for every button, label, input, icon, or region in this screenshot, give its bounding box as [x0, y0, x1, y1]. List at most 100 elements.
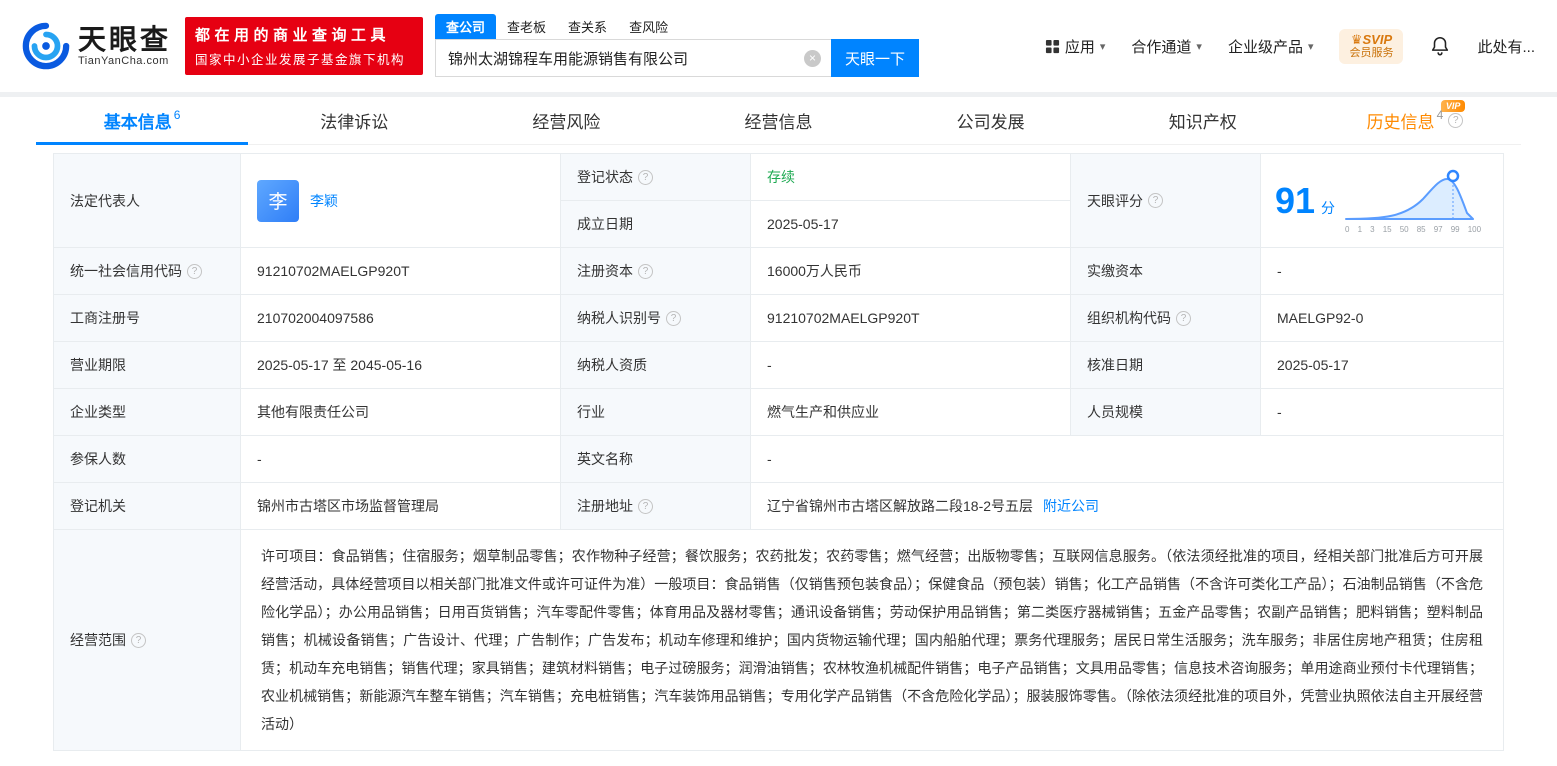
approval-date-label: 核准日期	[1071, 342, 1261, 388]
top-nav: 应用 ▾ 合作通道 ▾ 企业级产品 ▾ ♛SVIP 会员服务 此处有...	[1045, 29, 1535, 64]
tab-company-development[interactable]: 公司发展	[885, 97, 1097, 144]
promo-line2: 国家中小企业发展子基金旗下机构	[195, 49, 413, 68]
establish-date-label: 成立日期	[561, 201, 751, 247]
industry-label: 行业	[561, 389, 751, 435]
nav-more[interactable]: 此处有...	[1477, 36, 1535, 57]
paid-capital-label: 实缴资本	[1071, 248, 1261, 294]
reg-status-row: 登记状态 ? 存续	[561, 154, 1070, 201]
logo-text: 天眼查 TianYanCha.com	[78, 25, 171, 67]
taxpayer-id-value: 91210702MAELGP920T	[751, 295, 1071, 341]
reg-number-label: 工商注册号	[54, 295, 241, 341]
nav-apps[interactable]: 应用 ▾	[1045, 36, 1106, 57]
table-row: 统一社会信用代码 ? 91210702MAELGP920T 注册资本 ? 160…	[54, 248, 1503, 295]
taxpayer-quality-value: -	[751, 342, 1071, 388]
help-icon[interactable]: ?	[638, 264, 653, 279]
help-icon[interactable]: ?	[131, 633, 146, 648]
nav-enterprise-label: 企业级产品	[1228, 36, 1303, 57]
business-term-label: 营业期限	[54, 342, 241, 388]
search-tab-relation[interactable]: 查关系	[557, 14, 618, 39]
table-row: 登记机关 锦州市古塔区市场监督管理局 注册地址 ? 辽宁省锦州市古塔区解放路二段…	[54, 483, 1503, 530]
score-cell[interactable]: 91 分 0131550859799100	[1261, 154, 1503, 247]
header: 天眼查 TianYanCha.com 都在用的商业查询工具 国家中小企业发展子基…	[0, 0, 1557, 92]
company-type-label: 企业类型	[54, 389, 241, 435]
insured-count-value: -	[241, 436, 561, 482]
org-code-value: MAELGP92-0	[1261, 295, 1503, 341]
business-term-value: 2025-05-17 至 2045-05-16	[241, 342, 561, 388]
org-code-label: 组织机构代码 ?	[1071, 295, 1261, 341]
score-axis: 0131550859799100	[1343, 225, 1483, 234]
help-icon[interactable]: ?	[1148, 193, 1163, 208]
company-info-table: 法定代表人 李 李颖 登记状态 ? 存续 成立日期 2025-05-17 天眼评…	[53, 153, 1504, 751]
taxpayer-id-label: 纳税人识别号 ?	[561, 295, 751, 341]
tab-intellectual-property[interactable]: 知识产权	[1097, 97, 1309, 144]
reg-address-label: 注册地址 ?	[561, 483, 751, 529]
table-row: 工商注册号 210702004097586 纳税人识别号 ? 91210702M…	[54, 295, 1503, 342]
search-area: 查公司 查老板 查关系 查风险 × 天眼一下	[435, 15, 919, 77]
tab-operating-info[interactable]: 经营信息	[672, 97, 884, 144]
nav-apps-label: 应用	[1065, 36, 1095, 57]
nearby-companies-link[interactable]: 附近公司	[1043, 496, 1099, 516]
score-value: 91	[1275, 180, 1315, 222]
legal-rep-cell: 李 李颖	[241, 154, 561, 247]
search-tab-company[interactable]: 查公司	[435, 14, 496, 39]
logo-site: TianYanCha.com	[78, 55, 171, 67]
search-tab-boss[interactable]: 查老板	[496, 14, 557, 39]
tab-history-count: 4	[1437, 108, 1444, 122]
svip-badge[interactable]: ♛SVIP 会员服务	[1339, 29, 1403, 64]
insured-count-label: 参保人数	[54, 436, 241, 482]
score-chart: 0131550859799100	[1343, 167, 1483, 234]
clear-search-icon[interactable]: ×	[804, 50, 821, 67]
help-icon[interactable]: ?	[187, 264, 202, 279]
help-icon[interactable]: ?	[666, 311, 681, 326]
table-row: 经营范围 ? 许可项目：食品销售；住宿服务；烟草制品零售；农作物种子经营；餐饮服…	[54, 530, 1503, 750]
search-tab-risk[interactable]: 查风险	[618, 14, 679, 39]
credit-code-label: 统一社会信用代码 ?	[54, 248, 241, 294]
reg-capital-value: 16000万人民币	[751, 248, 1071, 294]
table-row: 法定代表人 李 李颖 登记状态 ? 存续 成立日期 2025-05-17 天眼评…	[54, 154, 1503, 248]
reg-address-value: 辽宁省锦州市古塔区解放路二段18-2号五层 附近公司	[751, 483, 1503, 529]
crown-icon: ♛	[1351, 32, 1363, 47]
tab-history-info[interactable]: VIP 历史信息 4 ?	[1309, 97, 1521, 144]
english-name-label: 英文名称	[561, 436, 751, 482]
vip-tag: VIP	[1441, 100, 1466, 112]
tab-basic-info-count: 6	[174, 108, 181, 122]
business-scope-label: 经营范围 ?	[54, 530, 241, 750]
tab-legal-proceedings[interactable]: 法律诉讼	[248, 97, 460, 144]
english-name-value: -	[751, 436, 1503, 482]
help-icon[interactable]: ?	[1176, 311, 1191, 326]
paid-capital-value: -	[1261, 248, 1503, 294]
approval-date-value: 2025-05-17	[1261, 342, 1503, 388]
apps-grid-icon	[1045, 39, 1060, 54]
table-row: 企业类型 其他有限责任公司 行业 燃气生产和供应业 人员规模 -	[54, 389, 1503, 436]
company-type-value: 其他有限责任公司	[241, 389, 561, 435]
nav-enterprise[interactable]: 企业级产品 ▾	[1228, 36, 1314, 57]
staff-size-label: 人员规模	[1071, 389, 1261, 435]
help-icon[interactable]: ?	[1448, 113, 1463, 128]
taxpayer-quality-label: 纳税人资质	[561, 342, 751, 388]
establish-date-row: 成立日期 2025-05-17	[561, 201, 1070, 247]
nav-cooperation-label: 合作通道	[1131, 36, 1191, 57]
reg-status-value: 存续	[751, 154, 1070, 200]
nav-cooperation[interactable]: 合作通道 ▾	[1131, 36, 1202, 57]
score-label: 天眼评分 ?	[1071, 154, 1261, 247]
tab-operating-risk[interactable]: 经营风险	[460, 97, 672, 144]
search-input[interactable]	[436, 50, 804, 67]
promo-line1: 都在用的商业查询工具	[195, 24, 413, 45]
reg-authority-value: 锦州市古塔区市场监督管理局	[241, 483, 561, 529]
help-icon[interactable]: ?	[638, 170, 653, 185]
svip-sublabel: 会员服务	[1349, 47, 1393, 60]
table-row: 参保人数 - 英文名称 -	[54, 436, 1503, 483]
search-button[interactable]: 天眼一下	[831, 39, 919, 77]
tab-basic-info[interactable]: 基本信息 6	[36, 97, 248, 144]
help-icon[interactable]: ?	[638, 499, 653, 514]
legal-rep-name-link[interactable]: 李颖	[310, 191, 338, 211]
industry-value: 燃气生产和供应业	[751, 389, 1071, 435]
svip-label: ♛SVIP	[1349, 33, 1393, 47]
establish-date-value: 2025-05-17	[751, 201, 1070, 247]
tianyancha-logo[interactable]: 天眼查 TianYanCha.com	[22, 22, 171, 70]
tianyancha-logo-icon	[22, 22, 70, 70]
chevron-down-icon: ▾	[1100, 40, 1106, 53]
legal-rep-avatar[interactable]: 李	[257, 180, 299, 222]
bell-icon[interactable]	[1429, 35, 1451, 57]
score-unit: 分	[1321, 198, 1335, 218]
